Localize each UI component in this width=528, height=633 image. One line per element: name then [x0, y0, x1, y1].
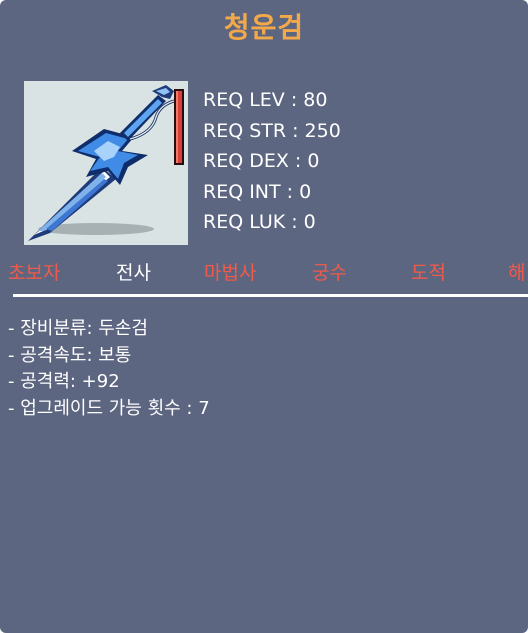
desc-category: - 장비분류: 두손검 [8, 318, 148, 339]
job-thief: 도적 [411, 262, 446, 284]
desc-attack-speed: - 공격속도: 보통 [8, 344, 132, 366]
job-pirate: 해 [508, 262, 526, 284]
req-luk: REQ LUK : 0 [203, 211, 316, 233]
job-bowman: 궁수 [312, 262, 347, 284]
req-level: REQ LEV : 80 [203, 89, 328, 111]
req-str: REQ STR : 250 [203, 119, 341, 142]
requirements-list: REQ LEV : 80 REQ STR : 250 REQ DEX : 0 R… [203, 85, 341, 238]
divider [13, 294, 528, 297]
sword-icon [28, 85, 184, 241]
job-beginner: 초보자 [8, 262, 61, 284]
job-magician: 마법사 [204, 262, 257, 284]
req-int: REQ INT : 0 [203, 180, 312, 203]
item-description: - 장비분류: 두손검 - 공격속도: 보통 - 공격력: +92 - 업그레이… [8, 316, 210, 422]
desc-upgrade-slots: - 업그레이드 가능 횟수 : 7 [8, 397, 210, 419]
job-list: 초보자 전사 마법사 궁수 도적 해 [0, 258, 528, 288]
desc-attack-power: - 공격력: +92 [8, 371, 120, 392]
req-dex: REQ DEX : 0 [203, 150, 320, 172]
item-tooltip-panel: 청운검 REQ LEV: 80 REQ STR: 250 REQ DEX:… [0, 0, 528, 633]
item-icon-frame [24, 81, 188, 245]
job-warrior: 전사 [116, 262, 151, 284]
item-name: 청운검 [223, 11, 305, 44]
